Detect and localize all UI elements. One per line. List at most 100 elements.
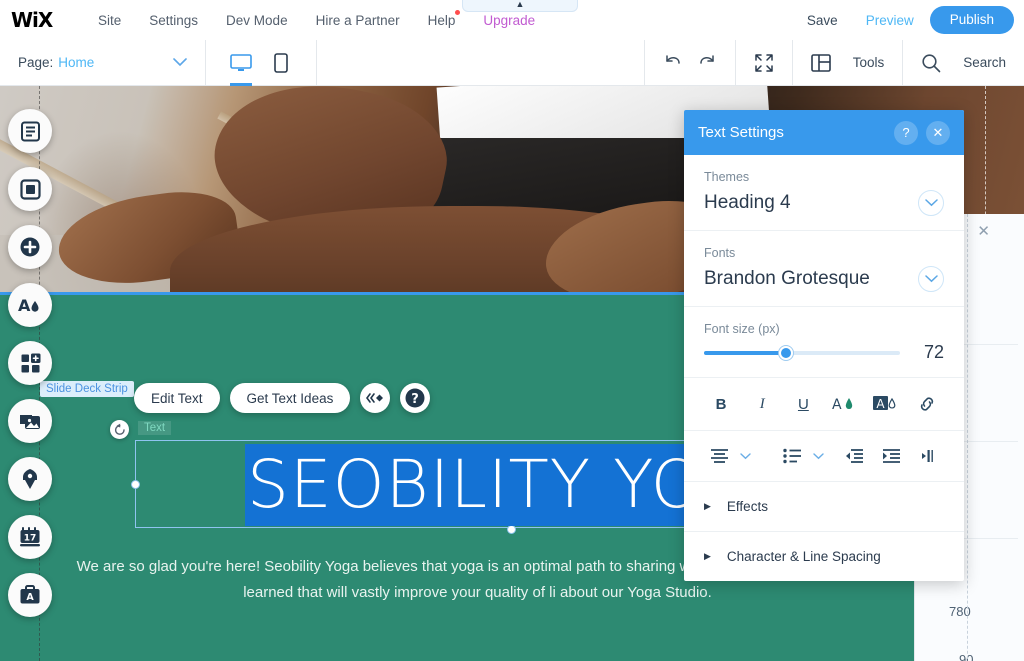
rotate-handle-icon[interactable]: [110, 420, 129, 439]
font-size-section: Font size (px) 72: [684, 307, 964, 378]
add-elements-icon[interactable]: [8, 225, 52, 269]
svg-text:?: ?: [412, 392, 420, 407]
editor-toolbar: Page: Home Tools Search: [0, 39, 1024, 86]
device-switcher: [206, 40, 316, 86]
width-row[interactable]: 780: [915, 587, 1024, 635]
character-line-spacing-label: Character & Line Spacing: [726, 549, 881, 564]
bulleted-list-icon[interactable]: [779, 443, 805, 469]
wix-editor-window: WiX Site Settings Dev Mode Hire a Partne…: [0, 0, 1024, 661]
save-button[interactable]: Save: [795, 13, 850, 28]
redo-button[interactable]: [697, 54, 717, 72]
left-tool-rail: A 17 A: [8, 109, 52, 617]
my-media-icon[interactable]: [8, 399, 52, 443]
text-align-chevron-down-icon[interactable]: [734, 452, 757, 460]
triangle-right-icon: ▶: [704, 501, 711, 511]
text-align-group: [706, 443, 757, 469]
height-row[interactable]: 90: [915, 635, 1024, 661]
page-selector[interactable]: Page: Home: [0, 40, 205, 86]
mobile-view-button[interactable]: [268, 40, 294, 86]
search-group[interactable]: Search: [903, 40, 1024, 86]
fonts-label: Fonts: [704, 246, 736, 260]
text-align-icon[interactable]: [706, 443, 732, 469]
nav-item-help[interactable]: Help: [414, 9, 470, 28]
list-group: [779, 443, 830, 469]
page-selector-label: Page:: [18, 55, 54, 70]
help-icon[interactable]: ?: [894, 120, 918, 145]
blog-icon[interactable]: [8, 457, 52, 501]
heading-text[interactable]: SEOBILITY YO: [245, 444, 706, 526]
edit-text-button[interactable]: Edit Text: [134, 383, 220, 413]
nav-item-hire-a-partner[interactable]: Hire a Partner: [302, 13, 414, 28]
svg-text:A: A: [876, 397, 885, 411]
font-size-slider[interactable]: [704, 345, 900, 360]
tools-label: Tools: [852, 55, 885, 70]
effects-label: Effects: [726, 499, 768, 514]
search-icon: [921, 53, 941, 73]
themes-label: Themes: [704, 170, 750, 184]
add-text-icon[interactable]: A: [8, 283, 52, 327]
collapsed-panel-tab[interactable]: ▲: [462, 0, 578, 12]
themes-section: Themes Heading 4: [684, 155, 964, 231]
triangle-right-icon: ▶: [704, 551, 711, 561]
nav-label: Site: [98, 12, 122, 28]
background-icon[interactable]: [8, 167, 52, 211]
text-direction-icon[interactable]: [916, 443, 942, 469]
nav-label: Hire a Partner: [315, 12, 400, 28]
business-icon[interactable]: A: [8, 573, 52, 617]
nav-item-dev-mode[interactable]: Dev Mode: [212, 13, 302, 28]
nav-item-site[interactable]: Site: [84, 13, 135, 28]
publish-button[interactable]: Publish: [929, 6, 1014, 34]
add-apps-icon[interactable]: [8, 341, 52, 385]
close-icon[interactable]: ✕: [926, 120, 950, 145]
desktop-view-button[interactable]: [228, 40, 254, 86]
fonts-dropdown-chevron-down-icon[interactable]: [918, 266, 944, 292]
themes-dropdown-chevron-down-icon[interactable]: [918, 190, 944, 216]
resize-handle-left[interactable]: [131, 480, 140, 489]
text-highlight-icon[interactable]: A: [872, 391, 899, 417]
nav-label: Upgrade: [483, 12, 536, 28]
svg-text:WiX: WiX: [11, 9, 54, 31]
bold-icon[interactable]: B: [708, 391, 734, 417]
wix-logo[interactable]: WiX: [8, 7, 66, 33]
panel-guide-line: [967, 214, 968, 661]
underline-icon[interactable]: U: [790, 391, 816, 417]
page-selector-value: Home: [58, 55, 95, 70]
nav-item-upgrade[interactable]: Upgrade: [469, 13, 549, 28]
help-icon[interactable]: ?: [400, 383, 431, 413]
collapse-toolbar-icon[interactable]: [360, 383, 391, 413]
svg-text:A: A: [26, 592, 34, 603]
character-line-spacing-accordion[interactable]: ▶ Character & Line Spacing: [684, 532, 964, 581]
svg-text:17: 17: [24, 533, 37, 543]
divider: [316, 39, 317, 86]
align-buttons-row: [684, 431, 964, 482]
text-color-icon[interactable]: A: [832, 391, 858, 417]
menus-and-pages-icon[interactable]: [8, 109, 52, 153]
dialog-header[interactable]: Text Settings ? ✕: [684, 110, 964, 155]
font-size-label: Font size (px): [704, 322, 780, 336]
tools-icon: [810, 53, 831, 72]
close-icon[interactable]: ✕: [977, 222, 990, 240]
tools-group[interactable]: Tools: [793, 40, 903, 86]
fonts-value: Brandon Grotesque: [704, 268, 870, 289]
get-text-ideas-button[interactable]: Get Text Ideas: [229, 383, 351, 413]
italic-icon[interactable]: I: [749, 391, 775, 417]
chevron-up-icon: ▲: [515, 0, 525, 9]
top-nav: Site Settings Dev Mode Hire a Partner He…: [84, 9, 549, 28]
link-icon[interactable]: [914, 391, 940, 417]
decrease-indent-icon[interactable]: [841, 443, 867, 469]
font-size-slider-knob[interactable]: [779, 345, 794, 360]
nav-item-settings[interactable]: Settings: [135, 13, 212, 28]
font-size-slider-fill: [704, 350, 787, 355]
bookings-icon[interactable]: 17: [8, 515, 52, 559]
list-chevron-down-icon[interactable]: [807, 452, 830, 460]
preview-button[interactable]: Preview: [854, 13, 926, 28]
zoom-out-button[interactable]: [754, 53, 774, 73]
effects-accordion[interactable]: ▶ Effects: [684, 482, 964, 532]
undo-button[interactable]: [663, 54, 683, 72]
top-bar-actions: Save Preview Publish: [795, 0, 1014, 40]
font-size-value[interactable]: 72: [914, 342, 944, 363]
increase-indent-icon[interactable]: [879, 443, 905, 469]
fonts-section: Fonts Brandon Grotesque: [684, 231, 964, 307]
zoom-out-group: [736, 40, 792, 86]
resize-handle-bottom[interactable]: [507, 525, 516, 534]
